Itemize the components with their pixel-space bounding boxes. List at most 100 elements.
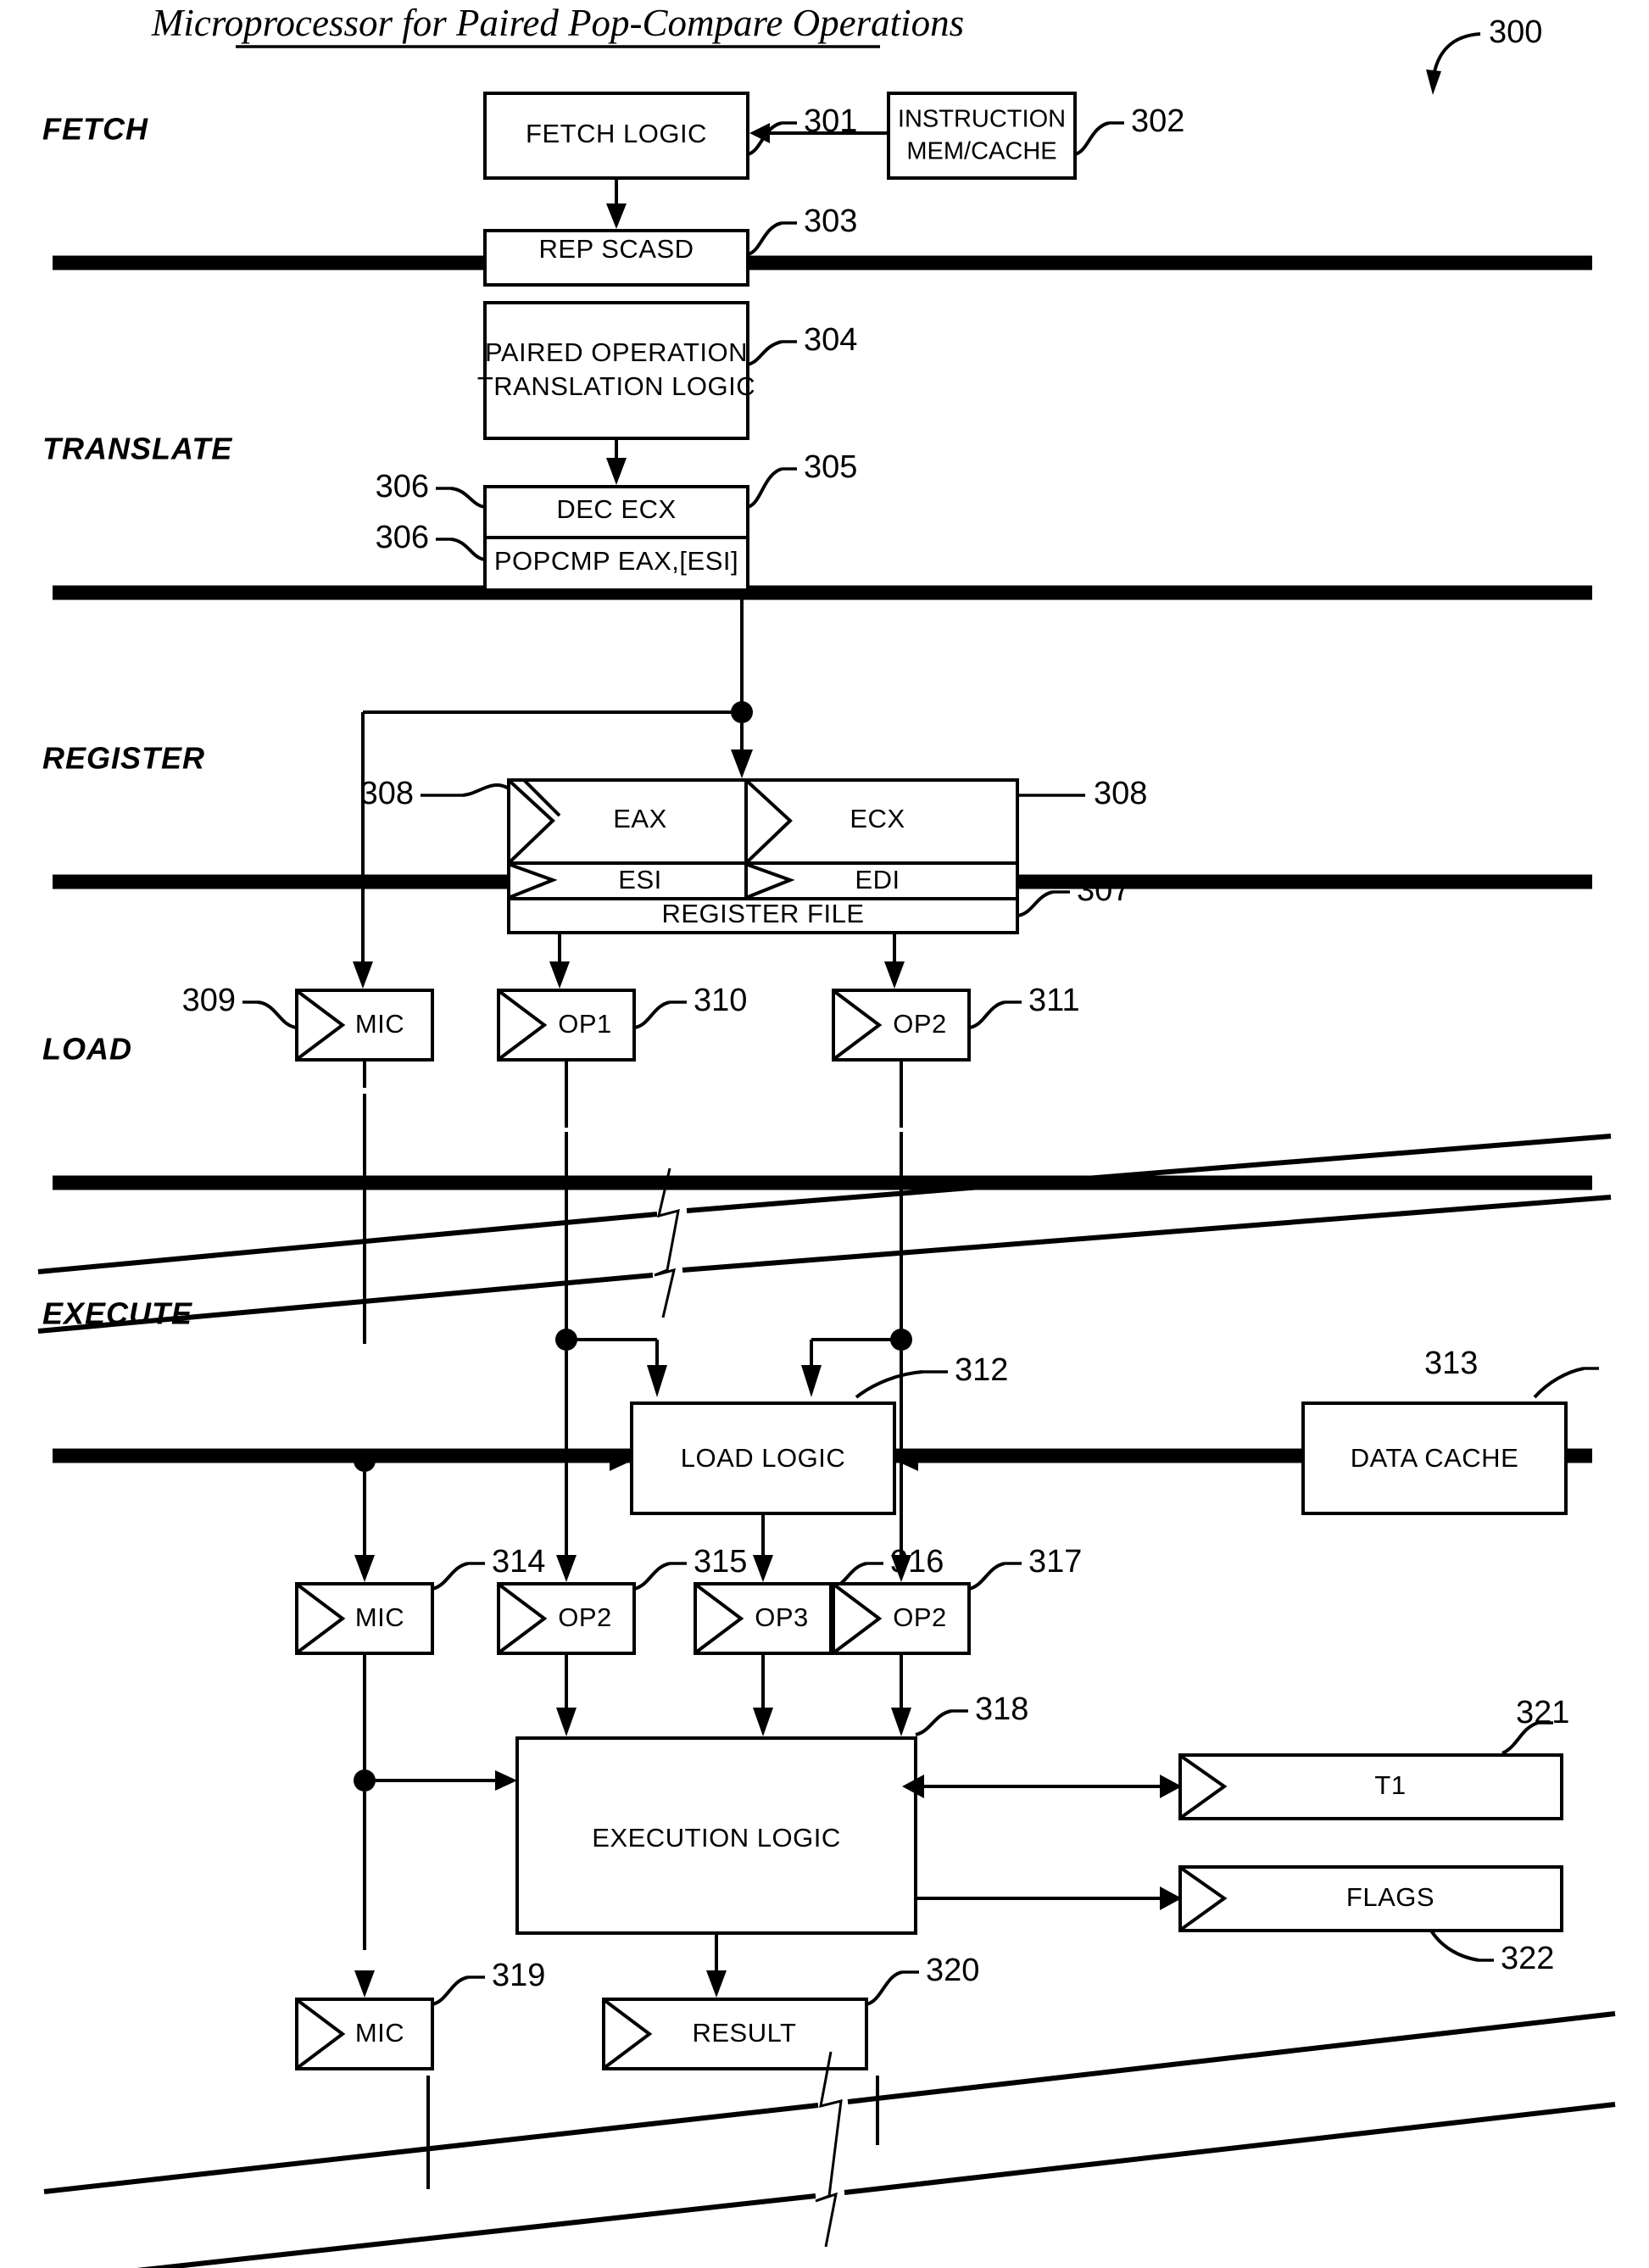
ref-319: 319 [432,1958,545,2006]
latch-op2-317-label: OP2 [893,1602,947,1632]
figure-ref-300-label: 300 [1489,14,1542,50]
ref-308-left-label: 308 [360,776,414,811]
ref-312: 312 [855,1352,1008,1399]
ref-321-label: 321 [1516,1695,1569,1730]
edge-op2bus-down-to-315 [556,1351,577,1582]
pipeline-break-lower [43,2011,1616,2268]
popcmp-label: POPCMP EAX,[ESI] [494,546,738,576]
latch-flags-322: FLAGS [1178,1865,1563,1932]
ref-314-label: 314 [492,1544,545,1580]
ref-311-label: 311 [1028,983,1080,1018]
edge-loadlogic-to-op3 [753,1513,773,1582]
ref-309-label: 309 [182,983,236,1018]
latch-op2-315: OP2 [497,1582,636,1655]
edge-bus-to-mic-309 [353,961,373,989]
paired-translation-logic-box [483,301,749,440]
ref-307-label: 307 [1077,872,1130,908]
reg-ecx-label: ECX [850,804,905,833]
latch-op1-310: OP1 [497,989,636,1062]
ref-322-label: 322 [1501,1941,1554,1976]
instruction-mem-cache-label-2: MEM/CACHE [906,138,1056,165]
load-logic-label: LOAD LOGIC [681,1443,846,1473]
ref-310: 310 [633,983,747,1029]
ref-310-label: 310 [694,983,747,1018]
ref-318-label: 318 [975,1691,1028,1727]
latch-mic-319-label: MIC [355,2018,404,2048]
ref-302: 302 [1074,103,1184,156]
ref-321: 321 [1501,1695,1569,1755]
ref-308-left: 308 [360,776,510,811]
patent-figure-page: Microprocessor for Paired Pop-Compare Op… [0,0,1649,2268]
latch-op2-317: OP2 [832,1582,971,1655]
latch-mic-319: MIC [295,1998,434,2070]
ref-320: 320 [866,1953,979,2006]
reg-esi-label: ESI [618,865,661,894]
ref-308-right-label: 308 [1094,776,1147,811]
ref-320-label: 320 [926,1953,979,1988]
ref-312-label: 312 [955,1352,1008,1388]
ref-306-a-label: 306 [376,469,429,504]
latch-mic-309: MIC [295,989,434,1062]
ref-305: 305 [747,449,857,509]
instruction-mem-cache-label-1: INSTRUCTION [898,106,1066,133]
latch-mic-309-label: MIC [355,1009,404,1039]
latch-op2-311: OP2 [832,989,971,1062]
stage-label-translate: TRANSLATE [42,432,232,466]
latch-mic-314: MIC [295,1582,434,1655]
latch-op2-315-label: OP2 [558,1602,612,1632]
latch-t1-321: T1 [1178,1753,1563,1820]
load-input-branches [555,1329,912,1397]
ref-305-label: 305 [804,449,857,485]
ref-309: 309 [182,983,298,1029]
ref-303: 303 [747,203,857,256]
ref-313-label: 313 [1424,1346,1478,1381]
ref-315-label: 315 [694,1544,747,1580]
latch-result-320: RESULT [602,1998,868,2070]
paired-translation-label-2: TRANSLATION LOGIC [477,371,755,401]
page-title: Microprocessor for Paired Pop-Compare Op… [151,2,964,48]
reg-edi-label: EDI [855,865,900,894]
ref-322: 322 [1429,1929,1554,1976]
latch-mic-314-label: MIC [355,1602,404,1632]
register-file-label: REGISTER FILE [661,899,864,928]
stage-label-load: LOAD [42,1032,132,1067]
dec-ecx-label: DEC ECX [556,494,676,524]
ref-318: 318 [915,1691,1028,1736]
pipeline-block-diagram: Microprocessor for Paired Pop-Compare Op… [37,2,1616,2268]
ref-302-label: 302 [1131,103,1184,139]
rep-scasd-label: REP SCASD [538,234,694,264]
ref-306-b-label: 306 [376,520,429,555]
ref-317: 317 [968,1544,1082,1591]
edge-micbus-to-execlogic [354,1769,517,1950]
latch-flags-label: FLAGS [1346,1882,1435,1912]
execution-logic-label: EXECUTION LOGIC [592,1823,840,1853]
edge-fetch-to-repscasd [606,178,627,229]
edge-exec-to-result [706,1933,727,1998]
stage-label-register: REGISTER [42,741,205,776]
reg-eax-label: EAX [613,804,667,833]
latch-result-label: RESULT [692,2018,796,2048]
paired-translation-label-1: PAIRED OPERATION [485,337,748,367]
latch-op1-310-label: OP1 [558,1009,612,1039]
edge-exec-t1-bidir [902,1775,1182,1798]
ref-319-label: 319 [492,1958,545,1993]
figure-ref-300: 300 [1426,14,1542,95]
ref-313: 313 [1424,1346,1599,1399]
ref-317-label: 317 [1028,1544,1082,1580]
ref-316-label: 316 [890,1544,944,1580]
latch-op2-311-label: OP2 [893,1009,947,1039]
edge-translate-to-uops [606,438,627,485]
micro-op-list: DEC ECX POPCMP EAX,[ESI] [483,485,749,592]
ref-308-right: 308 [1017,776,1147,811]
ref-311: 311 [968,983,1080,1029]
edge-exec-to-flags [916,1886,1182,1910]
edge-regfile-to-op2 [884,933,905,989]
ref-303-label: 303 [804,203,857,239]
ref-306-a: 306 [376,469,486,509]
fetch-logic-label: FETCH LOGIC [526,119,707,148]
data-cache-label: DATA CACHE [1351,1443,1519,1473]
pipeline-break-upper [37,1060,1612,1334]
latch-t1-label: T1 [1374,1770,1406,1800]
ref-304: 304 [747,322,857,366]
latch-op3-316: OP3 [694,1582,833,1655]
